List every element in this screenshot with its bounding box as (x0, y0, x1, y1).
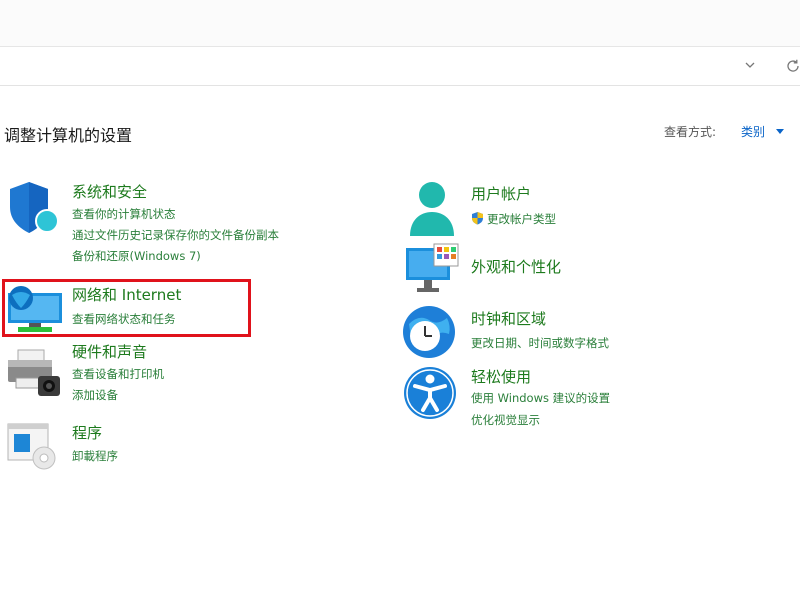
printer-icon[interactable] (6, 348, 62, 398)
shield-icon[interactable] (6, 180, 58, 236)
view-by-label: 查看方式: (664, 125, 717, 139)
view-by-dropdown-arrow-icon[interactable] (776, 129, 784, 134)
page-title: 调整计算机的设置 (4, 126, 133, 145)
link-optimize-visual-display[interactable]: 优化视觉显示 (471, 412, 540, 428)
category-title-system-security[interactable]: 系统和安全 (72, 181, 147, 202)
user-accounts-icon[interactable] (405, 180, 459, 238)
programs-icon[interactable] (6, 420, 60, 470)
category-title-ease-of-access[interactable]: 轻松使用 (471, 366, 531, 387)
link-change-account-type[interactable]: 更改帐户类型 (487, 211, 556, 227)
category-title-clock-region[interactable]: 时钟和区域 (471, 308, 546, 329)
address-dropdown-chevron-icon[interactable] (743, 58, 757, 72)
category-title-appearance[interactable]: 外观和个性化 (471, 256, 561, 277)
category-title-hardware-sound[interactable]: 硬件和声音 (72, 341, 147, 362)
category-title-programs[interactable]: 程序 (72, 422, 102, 443)
appearance-personalization-icon[interactable] (404, 242, 462, 296)
uac-shield-icon (472, 212, 483, 225)
link-uninstall-program[interactable]: 卸載程序 (72, 448, 118, 464)
view-by-dropdown[interactable]: 类别 (741, 123, 765, 140)
link-change-date-time-format[interactable]: 更改日期、时间或数字格式 (471, 335, 609, 351)
link-backup-restore[interactable]: 备份和还原(Windows 7) (72, 248, 201, 264)
link-view-devices-printers[interactable]: 查看设备和打印机 (72, 366, 164, 382)
window-top-bar (0, 0, 800, 47)
category-title-user-accounts[interactable]: 用户帐户 (471, 183, 531, 204)
clock-region-icon[interactable] (401, 304, 457, 360)
link-view-computer-status[interactable]: 查看你的计算机状态 (72, 206, 176, 222)
highlight-box (2, 279, 251, 337)
ease-of-access-icon[interactable] (403, 366, 457, 420)
refresh-icon[interactable] (785, 58, 800, 74)
link-windows-recommended-settings[interactable]: 使用 Windows 建议的设置 (471, 390, 610, 406)
link-add-device[interactable]: 添加设备 (72, 387, 118, 403)
link-file-history-backup[interactable]: 通过文件历史记录保存你的文件备份副本 (72, 227, 279, 243)
address-bar[interactable] (0, 47, 800, 86)
